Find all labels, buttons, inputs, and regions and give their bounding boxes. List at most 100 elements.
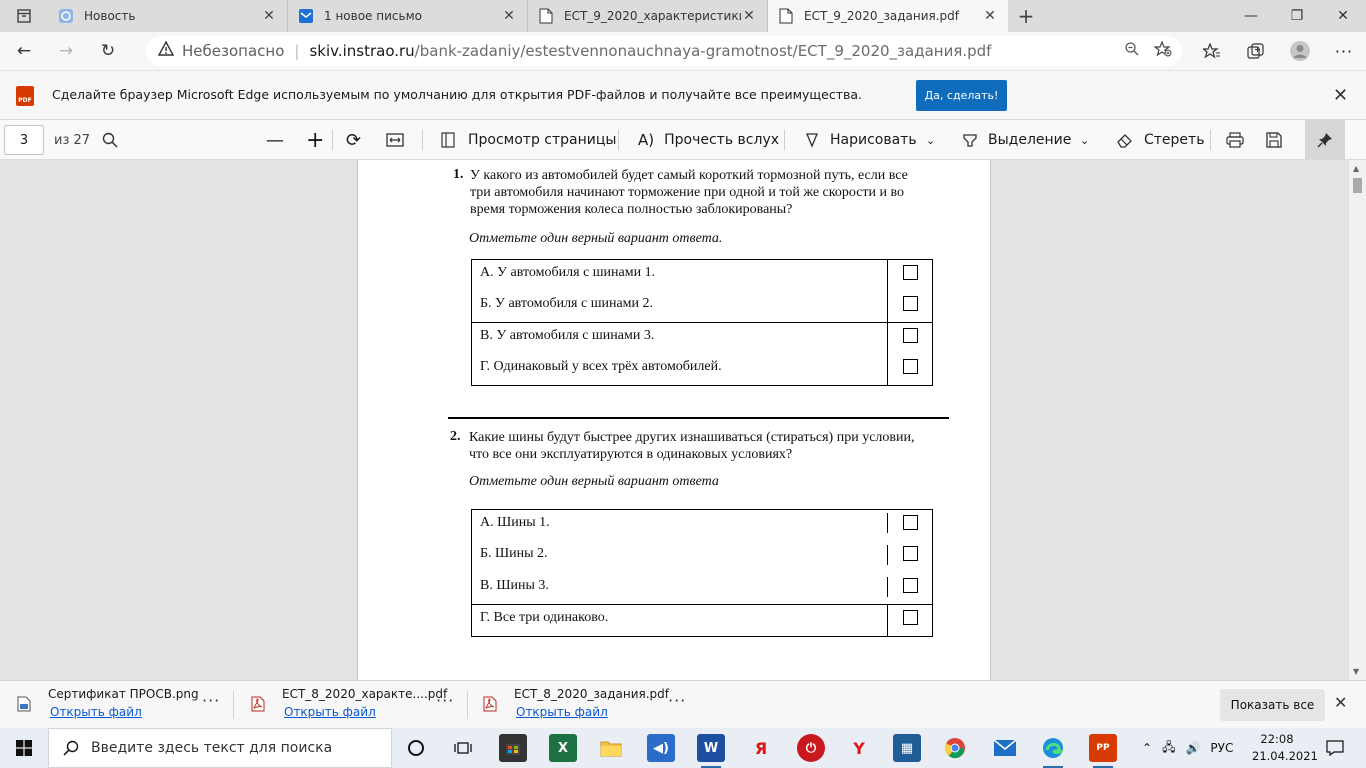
tab-mail[interactable]: 1 новое письмо ✕	[288, 0, 528, 32]
profile-button[interactable]	[1278, 40, 1322, 62]
close-icon[interactable]: ✕	[1333, 85, 1348, 106]
open-file-link[interactable]: Открыть файл	[50, 705, 142, 719]
refresh-icon: ↻	[100, 41, 116, 61]
page-view-button[interactable]: Просмотр страницы	[440, 120, 616, 160]
option-checkbox[interactable]	[903, 265, 918, 280]
open-file-link[interactable]: Открыть файл	[516, 705, 608, 719]
clock[interactable]: 22:08 21.04.2021	[1252, 731, 1318, 765]
cortana-icon[interactable]	[402, 734, 430, 762]
word-icon[interactable]: W	[697, 734, 725, 768]
open-file-link[interactable]: Открыть файл	[284, 705, 376, 719]
task-view-icon[interactable]	[449, 734, 477, 762]
settings-more-button[interactable]: ···	[1322, 42, 1366, 61]
scrollbar-thumb[interactable]	[1353, 178, 1362, 193]
answer-option: А. У автомобиля с шинами 1.	[472, 260, 932, 291]
draw-button[interactable]: Нарисовать	[804, 120, 917, 160]
highlight-button[interactable]: Выделение	[962, 120, 1071, 160]
rotate-button[interactable]: ⟳	[346, 120, 361, 160]
edge-icon[interactable]	[1039, 734, 1067, 768]
address-bar-icons	[1124, 36, 1172, 66]
start-button[interactable]	[0, 728, 48, 768]
draw-options-button[interactable]: ⌄	[926, 120, 935, 160]
app-icon[interactable]: ▦	[893, 734, 921, 762]
close-window-button[interactable]: ✕	[1320, 0, 1366, 32]
read-aloud-button[interactable]: A) Прочесть вслух	[638, 120, 779, 160]
more-options-icon[interactable]: ···	[202, 691, 220, 710]
download-item[interactable]: ЕСТ_8_2020_задания.pdf Открыть файл ···	[466, 681, 696, 729]
download-item[interactable]: ЕСТ_8_2020_характе....pdf Открыть файл ·…	[234, 681, 468, 729]
option-checkbox[interactable]	[903, 296, 918, 311]
file-explorer-icon[interactable]	[597, 734, 625, 762]
zoom-out-button[interactable]: —	[266, 120, 284, 160]
close-icon[interactable]: ✕	[501, 8, 517, 24]
chrome-icon[interactable]	[941, 734, 969, 762]
yandex-browser-icon[interactable]: Я	[747, 734, 775, 762]
audio-app-icon[interactable]: ◀)	[647, 734, 675, 762]
save-button[interactable]	[1266, 120, 1282, 160]
store-icon[interactable]	[499, 734, 527, 762]
option-checkbox[interactable]	[903, 515, 918, 530]
page-number-input[interactable]: 3	[4, 125, 44, 155]
add-favorite-icon[interactable]	[1153, 40, 1172, 61]
scroll-up-icon[interactable]: ▲	[1353, 164, 1359, 173]
taskbar-search[interactable]: Введите здесь текст для поиска	[48, 728, 392, 768]
refresh-button[interactable]: ↻	[90, 36, 126, 66]
minus-icon: —	[266, 129, 284, 151]
pen-icon	[806, 133, 818, 148]
security-label[interactable]: Небезопасно	[182, 42, 284, 60]
mail-icon	[298, 8, 314, 24]
option-checkbox[interactable]	[903, 610, 918, 625]
pdf-viewer[interactable]: 1. У какого из автомобилей будет самый к…	[0, 160, 1349, 680]
close-icon[interactable]: ✕	[261, 8, 277, 24]
network-icon[interactable]: 🖧	[1162, 738, 1175, 759]
forward-button[interactable]: →	[48, 36, 84, 66]
page-view-icon	[441, 132, 455, 148]
tab-tasks-pdf[interactable]: ЕСТ_9_2020_задания.pdf ✕	[768, 0, 1008, 32]
erase-button[interactable]: Стереть	[1116, 120, 1204, 160]
restore-button[interactable]: ❐	[1274, 0, 1320, 32]
tab-actions-button[interactable]	[0, 0, 48, 32]
chevron-up-icon[interactable]: ⌃	[1142, 741, 1152, 755]
print-button[interactable]	[1226, 120, 1244, 160]
warning-icon	[157, 40, 175, 61]
more-options-icon[interactable]: ···	[668, 691, 686, 710]
yandex-icon[interactable]: Y	[845, 734, 873, 762]
pin-toolbar-button[interactable]	[1305, 120, 1345, 160]
fit-width-button[interactable]	[386, 120, 404, 160]
minimize-button[interactable]: —	[1228, 0, 1274, 32]
notifications-button[interactable]	[1326, 728, 1344, 768]
vertical-scrollbar[interactable]: ▲ ▼	[1349, 160, 1366, 680]
tab-news[interactable]: Новость ✕	[48, 0, 288, 32]
more-options-icon[interactable]: ···	[436, 691, 454, 710]
favorites-button[interactable]	[1190, 43, 1234, 59]
presentation-app-icon[interactable]: PP	[1089, 734, 1117, 768]
zoom-icon[interactable]	[1124, 41, 1140, 61]
option-checkbox[interactable]	[903, 578, 918, 593]
language-indicator[interactable]: РУС	[1210, 741, 1233, 755]
question-line: время торможения колеса полностью заблок…	[470, 202, 793, 217]
option-checkbox[interactable]	[903, 328, 918, 343]
option-checkbox[interactable]	[903, 359, 918, 374]
back-button[interactable]: ←	[6, 36, 42, 66]
address-bar[interactable]: Небезопасно | skiv.instrao.ru /bank-zada…	[146, 36, 1182, 66]
close-icon[interactable]: ✕	[741, 8, 757, 24]
highlight-options-button[interactable]: ⌄	[1080, 120, 1089, 160]
show-all-button[interactable]: Показать все	[1220, 689, 1325, 721]
tab-characteristics[interactable]: ЕСТ_9_2020_характеристики задания ✕	[528, 0, 768, 32]
option-label: А. У автомобиля с шинами 1.	[480, 265, 656, 280]
find-button[interactable]	[102, 120, 118, 160]
set-default-button[interactable]: Да, сделать!	[916, 80, 1007, 111]
option-checkbox[interactable]	[903, 546, 918, 561]
new-tab-button[interactable]: +	[1008, 0, 1044, 32]
scroll-down-icon[interactable]: ▼	[1353, 667, 1359, 676]
zoom-in-button[interactable]: +	[306, 120, 324, 160]
mail-app-icon[interactable]	[991, 734, 1019, 762]
close-icon[interactable]: ✕	[1334, 693, 1347, 712]
download-item[interactable]: Сертификат ПРОСВ.png Открыть файл ···	[0, 681, 234, 729]
volume-icon[interactable]: 🔊	[1185, 741, 1200, 755]
power-app-icon[interactable]: ⏻	[797, 734, 825, 762]
answer-table: А. Шины 1. Б. Шины 2. В. Шины 3. Г. Все …	[471, 509, 933, 637]
excel-icon[interactable]: X	[549, 734, 577, 762]
collections-button[interactable]	[1234, 43, 1278, 59]
close-icon[interactable]: ✕	[982, 8, 998, 24]
